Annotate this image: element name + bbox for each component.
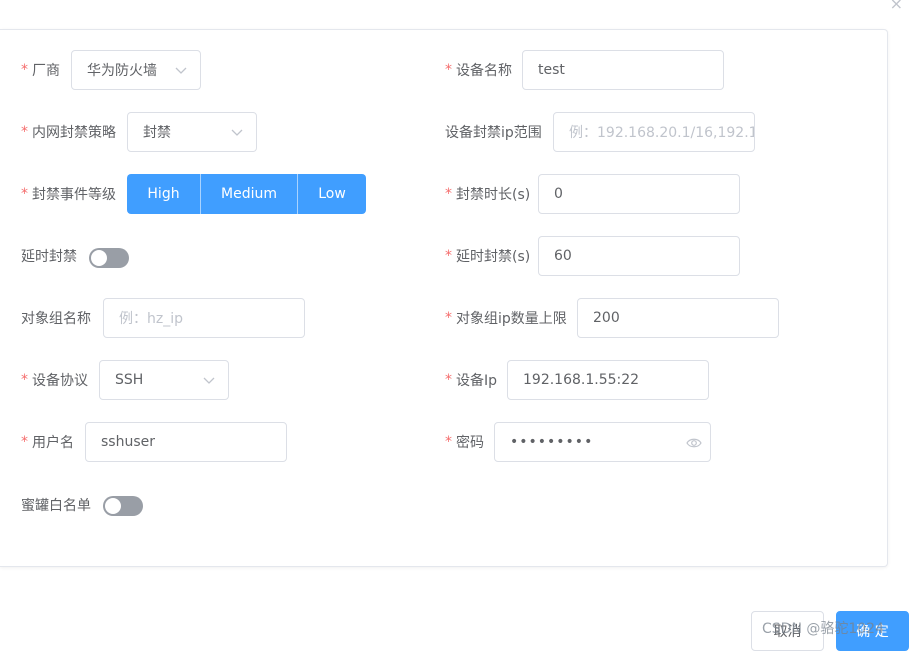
delay-ban-seconds-input[interactable]: 60 (538, 236, 740, 276)
required-mark: * (21, 186, 28, 202)
intranet-policy-select[interactable]: 封禁 (127, 112, 257, 152)
vendor-label: * 厂商 (21, 62, 60, 79)
required-mark: * (21, 62, 28, 78)
watermark: CSDN @骆驼1024 (762, 621, 884, 637)
ban-duration-label: * 封禁时长(s) (445, 186, 531, 203)
username-input[interactable]: sshuser (85, 422, 287, 462)
object-group-name-label: 对象组名称 (21, 311, 91, 327)
required-mark: * (445, 434, 452, 450)
event-level-low[interactable]: Low (298, 174, 366, 214)
username-label: * 用户名 (21, 434, 74, 451)
object-group-limit-input[interactable]: 200 (577, 298, 779, 338)
delay-ban-toggle[interactable] (89, 248, 129, 268)
object-group-name-input[interactable]: 例：hz_ip (103, 298, 305, 338)
eye-icon[interactable] (686, 436, 702, 450)
delay-ban-seconds-label: * 延时封禁(s) (445, 248, 531, 265)
chevron-down-icon (231, 129, 243, 136)
device-ip-label: * 设备Ip (445, 372, 498, 389)
required-mark: * (21, 434, 28, 450)
required-mark: * (21, 372, 28, 388)
honeypot-whitelist-toggle[interactable] (103, 496, 143, 516)
password-label: * 密码 (445, 434, 484, 451)
required-mark: * (445, 310, 452, 326)
device-name-input[interactable]: test (522, 50, 724, 90)
device-name-label: * 设备名称 (445, 62, 512, 79)
password-input[interactable]: ••••••••• (494, 422, 711, 462)
device-ip-input[interactable]: 192.168.1.55:22 (507, 360, 709, 400)
ban-duration-input[interactable]: 0 (538, 174, 740, 214)
required-mark: * (21, 124, 28, 140)
event-level-label: * 封禁事件等级 (21, 186, 116, 203)
required-mark: * (445, 372, 452, 388)
required-mark: * (445, 186, 452, 202)
event-level-group: High Medium Low (127, 174, 366, 214)
protocol-select[interactable]: SSH (99, 360, 229, 400)
honeypot-whitelist-label: 蜜罐白名单 (21, 498, 91, 514)
chevron-down-icon (175, 67, 187, 74)
delay-ban-switch-label: 延时封禁 (21, 249, 77, 265)
event-level-medium[interactable]: Medium (201, 174, 298, 214)
object-group-limit-label: * 对象组ip数量上限 (445, 310, 567, 327)
required-mark: * (445, 62, 452, 78)
close-icon[interactable]: × (890, 0, 903, 13)
protocol-label: * 设备协议 (21, 372, 88, 389)
chevron-down-icon (203, 377, 215, 384)
intranet-policy-label: * 内网封禁策略 (21, 124, 116, 141)
ip-range-input[interactable]: 例：192.168.20.1/16,192.16 (553, 112, 755, 152)
ip-range-label: 设备封禁ip范围 (445, 125, 542, 141)
required-mark: * (445, 248, 452, 264)
event-level-high[interactable]: High (127, 174, 201, 214)
vendor-select[interactable]: 华为防火墙 (71, 50, 201, 90)
